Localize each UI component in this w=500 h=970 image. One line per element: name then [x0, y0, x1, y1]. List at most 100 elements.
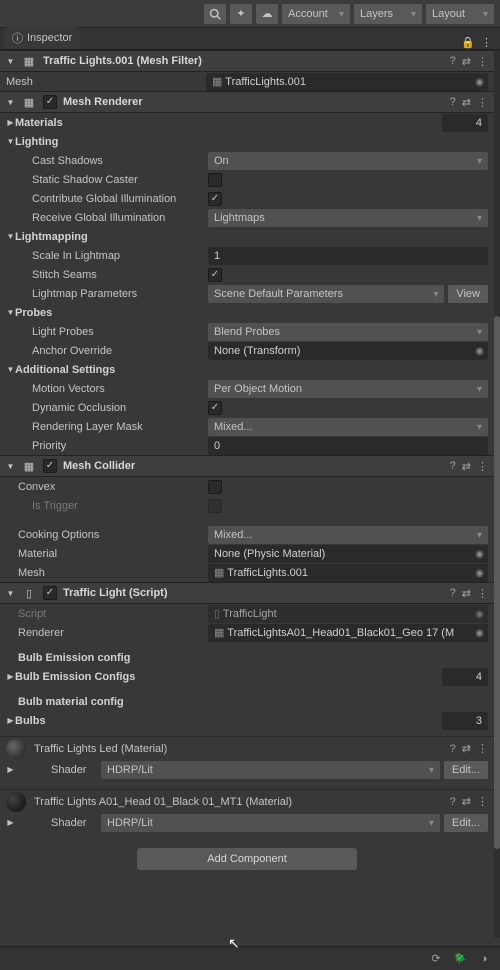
priority-input[interactable]: 0 [208, 437, 488, 455]
contribute-gi-checkbox[interactable]: ✓ [208, 192, 222, 206]
receive-gi-dropdown[interactable]: Lightmaps [208, 209, 488, 227]
renderer-field[interactable]: ▦ TrafficLightsA01_Head01_Black01_Geo 17… [208, 624, 488, 642]
lock-icon[interactable]: 🔒 [461, 36, 475, 49]
scrollbar[interactable] [494, 50, 500, 938]
object-picker-icon [475, 608, 484, 620]
account-dropdown[interactable]: Account [282, 4, 350, 24]
rendering-layer-dropdown[interactable]: Mixed... [208, 418, 488, 436]
mesh-collider-icon: ▦ [21, 458, 37, 474]
mesh-field[interactable]: ▦ TrafficLights.001 [206, 73, 488, 91]
view-button[interactable]: View [448, 285, 488, 303]
component-traffic-light-script[interactable]: ▯ ✓ Traffic Light (Script) ? ⇄ ⋮ [0, 582, 494, 604]
menu-icon[interactable]: ⋮ [477, 96, 488, 109]
cast-shadows-dropdown[interactable]: On [208, 152, 488, 170]
foldout-icon[interactable] [6, 365, 15, 374]
preset-icon[interactable]: ⇄ [462, 460, 471, 473]
enable-checkbox[interactable]: ✓ [43, 459, 57, 473]
foldout-icon[interactable] [6, 818, 15, 827]
menu-icon[interactable]: ⋮ [477, 55, 488, 68]
light-probes-dropdown[interactable]: Blend Probes [208, 323, 488, 341]
materials-count[interactable]: 4 [442, 114, 488, 132]
object-picker-icon[interactable] [475, 345, 484, 357]
object-picker-icon[interactable] [475, 627, 484, 639]
foldout-icon[interactable] [6, 589, 15, 598]
foldout-icon[interactable] [6, 462, 15, 471]
material-led[interactable]: Traffic Lights Led (Material) ? ⇄ ⋮ [0, 736, 494, 760]
component-mesh-renderer[interactable]: ▦ ✓ Mesh Renderer ? ⇄ ⋮ [0, 91, 494, 113]
foldout-icon[interactable] [6, 232, 15, 241]
edit-button[interactable]: Edit... [444, 761, 488, 779]
foldout-icon[interactable] [6, 98, 15, 107]
shader-dropdown[interactable]: HDRP/Lit [101, 814, 440, 832]
stitch-seams-checkbox[interactable]: ✓ [208, 268, 222, 282]
preset-icon[interactable]: ⇄ [462, 96, 471, 109]
anchor-override-field[interactable]: None (Transform) [208, 342, 488, 360]
enable-checkbox[interactable]: ✓ [43, 95, 57, 109]
foldout-icon[interactable] [6, 57, 15, 66]
debug-icon[interactable]: 🪲 [452, 951, 468, 967]
layers-dropdown[interactable]: Layers [354, 4, 422, 24]
component-mesh-filter[interactable]: ▦ Traffic Lights.001 (Mesh Filter) ? ⇄ ⋮ [0, 50, 494, 72]
snap-icon[interactable]: ✦ [230, 4, 252, 24]
foldout-icon[interactable] [6, 137, 15, 146]
help-icon[interactable]: ? [450, 587, 456, 599]
search-icon[interactable] [204, 4, 226, 24]
help-icon[interactable]: ? [450, 460, 456, 472]
preset-icon[interactable]: ⇄ [462, 587, 471, 600]
tab-menu-icon[interactable]: ⋮ [481, 36, 492, 49]
is-trigger-label: Is Trigger [32, 500, 208, 512]
help-icon[interactable]: ? [450, 743, 456, 755]
contribute-gi-label: Contribute Global Illumination [32, 193, 208, 205]
scrollbar-thumb[interactable] [494, 316, 500, 849]
foldout-icon[interactable] [6, 716, 15, 725]
convex-checkbox[interactable] [208, 480, 222, 494]
bulbs-count[interactable]: 3 [442, 712, 488, 730]
add-component-button[interactable]: Add Component [137, 848, 357, 870]
auto-refresh-icon[interactable]: ⟳ [428, 951, 444, 967]
foldout-icon[interactable] [6, 765, 15, 774]
preset-icon[interactable]: ⇄ [462, 795, 471, 808]
status-icon[interactable]: ◑ [476, 951, 492, 967]
enable-checkbox[interactable]: ✓ [43, 586, 57, 600]
static-shadow-checkbox[interactable] [208, 173, 222, 187]
foldout-icon[interactable] [6, 672, 15, 681]
menu-icon[interactable]: ⋮ [477, 460, 488, 473]
preset-icon[interactable]: ⇄ [462, 55, 471, 68]
additional-header: Additional Settings [15, 364, 115, 376]
help-icon[interactable]: ? [450, 796, 456, 808]
dynamic-occlusion-checkbox[interactable]: ✓ [208, 401, 222, 415]
edit-button[interactable]: Edit... [444, 814, 488, 832]
bulb-emission-count[interactable]: 4 [442, 668, 488, 686]
foldout-icon[interactable] [6, 118, 15, 127]
motion-vectors-dropdown[interactable]: Per Object Motion [208, 380, 488, 398]
scale-lightmap-input[interactable]: 1 [208, 247, 488, 265]
physic-material-field[interactable]: None (Physic Material) [208, 545, 488, 563]
collider-mesh-label: Mesh [18, 567, 208, 579]
object-picker-icon[interactable] [475, 76, 484, 88]
material-head[interactable]: Traffic Lights A01_Head 01_Black 01_MT1 … [0, 789, 494, 813]
foldout-icon[interactable] [6, 308, 15, 317]
component-mesh-collider[interactable]: ▦ ✓ Mesh Collider ? ⇄ ⋮ [0, 455, 494, 477]
mesh-label: Mesh [6, 76, 206, 88]
help-icon[interactable]: ? [450, 96, 456, 108]
menu-icon[interactable]: ⋮ [477, 587, 488, 600]
collider-mesh-field[interactable]: ▦ TrafficLights.001 [208, 564, 488, 582]
light-probes-label: Light Probes [32, 326, 208, 338]
menu-icon[interactable]: ⋮ [477, 742, 488, 755]
lightmapping-header: Lightmapping [15, 231, 88, 243]
object-picker-icon[interactable] [475, 548, 484, 560]
cooking-options-dropdown[interactable]: Mixed... [208, 526, 488, 544]
tab-inspector[interactable]: ⓘ Inspector [4, 27, 80, 49]
lighting-header: Lighting [15, 136, 58, 148]
shader-dropdown[interactable]: HDRP/Lit [101, 761, 440, 779]
renderer-label: Renderer [18, 627, 208, 639]
menu-icon[interactable]: ⋮ [477, 795, 488, 808]
cloud-icon[interactable]: ☁ [256, 4, 278, 24]
help-icon[interactable]: ? [450, 55, 456, 67]
tab-bar: ⓘ Inspector 🔒 ⋮ [0, 28, 500, 50]
lightmap-params-dropdown[interactable]: Scene Default Parameters [208, 285, 444, 303]
layout-dropdown[interactable]: Layout [426, 4, 494, 24]
object-picker-icon[interactable] [475, 567, 484, 579]
preset-icon[interactable]: ⇄ [462, 742, 471, 755]
stitch-seams-label: Stitch Seams [32, 269, 208, 281]
